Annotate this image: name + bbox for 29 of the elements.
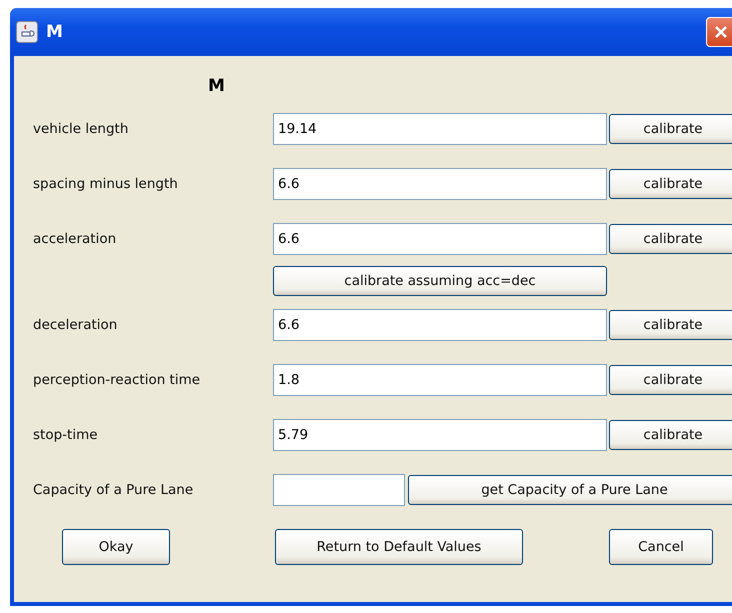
- calibrate-button[interactable]: calibrate assuming acc=dec: [273, 266, 607, 296]
- window-title: M: [46, 22, 63, 42]
- parameter-label: deceleration: [33, 317, 118, 333]
- calibrate-button[interactable]: calibrate: [609, 310, 732, 340]
- input-field[interactable]: 19.14: [273, 113, 607, 145]
- parameter-label: vehicle length: [33, 121, 130, 137]
- input-field[interactable]: 6.6: [273, 168, 607, 200]
- close-icon: [713, 24, 729, 40]
- input-field[interactable]: 1.8: [273, 364, 607, 396]
- calibrate-button[interactable]: calibrate: [609, 114, 732, 144]
- dialog-heading: M: [207, 76, 226, 96]
- dialog-button[interactable]: Cancel: [609, 529, 713, 565]
- parameter-label: stop-time: [33, 427, 99, 443]
- calibrate-button[interactable]: calibrate: [609, 420, 732, 450]
- input-field[interactable]: 6.6: [273, 309, 607, 341]
- input-field[interactable]: 5.79: [273, 419, 607, 451]
- parameter-label: spacing minus length: [33, 176, 179, 192]
- dialog-button[interactable]: Return to Default Values: [275, 529, 523, 565]
- input-field[interactable]: [273, 474, 405, 506]
- dialog-button[interactable]: Okay: [62, 529, 170, 565]
- calibrate-button[interactable]: calibrate: [609, 224, 732, 254]
- input-field[interactable]: 6.6: [273, 223, 607, 255]
- calibrate-button[interactable]: calibrate: [609, 169, 732, 199]
- parameter-label: perception-reaction time: [33, 372, 202, 388]
- capacity-button[interactable]: get Capacity of a Pure Lane: [408, 475, 732, 505]
- parameter-label: acceleration: [33, 231, 118, 247]
- parameter-label: Capacity of a Pure Lane: [33, 482, 194, 498]
- calibrate-button[interactable]: calibrate: [609, 365, 732, 395]
- close-button[interactable]: [706, 17, 732, 47]
